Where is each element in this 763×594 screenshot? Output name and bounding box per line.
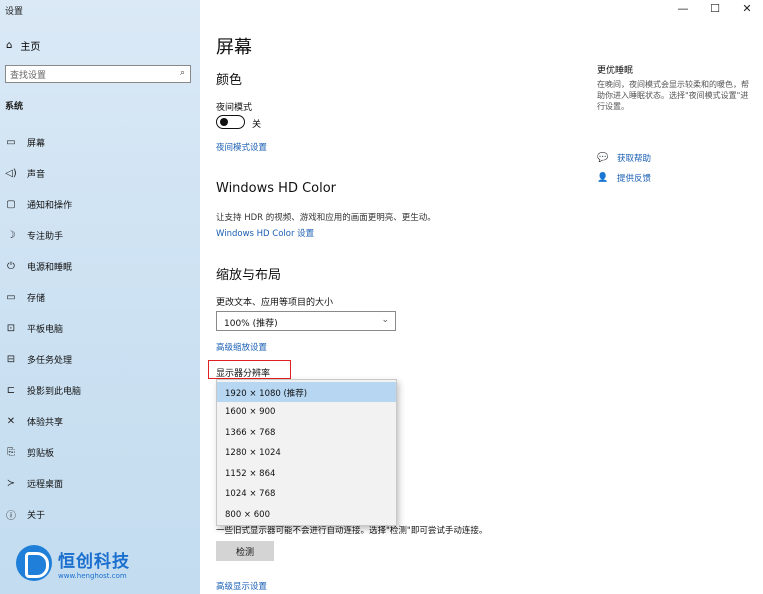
- sidebar-item-label: 存储: [27, 293, 46, 304]
- resolution-option[interactable]: 800 × 600: [217, 505, 396, 525]
- resolution-option[interactable]: 1920 × 1080 (推荐): [217, 382, 396, 402]
- resolution-option[interactable]: 1152 × 864: [217, 464, 396, 484]
- sidebar-item-label: 多任务处理: [27, 355, 73, 366]
- sleep-tip-title: 更优睡眠: [597, 66, 634, 76]
- color-heading: 颜色: [216, 73, 243, 88]
- sidebar-item-about[interactable]: ⓘ 关于: [5, 505, 195, 523]
- sidebar-item-label: 体验共享: [27, 417, 64, 428]
- notification-icon: ▢: [6, 198, 16, 210]
- sidebar-item-power[interactable]: ⏻ 电源和睡眠: [5, 257, 195, 275]
- sleep-tip-desc: 在晚间，夜间模式会显示较柔和的暖色，帮助你进入睡眠状态。选择"夜间模式设置"进行…: [597, 80, 749, 111]
- logo-url: www.henghost.com: [58, 571, 127, 580]
- sidebar-item-remote-desktop[interactable]: ≻ 远程桌面: [5, 474, 195, 492]
- logo-name: 恒创科技: [58, 551, 130, 572]
- sidebar-item-label: 剪贴板: [27, 448, 55, 459]
- sidebar-item-sound[interactable]: ◁) 声音: [5, 164, 195, 182]
- sidebar-item-label: 专注助手: [27, 231, 64, 242]
- clipboard-icon: ⎘: [7, 446, 15, 458]
- get-help-link[interactable]: 💬 获取帮助: [597, 152, 651, 164]
- night-mode-settings-link[interactable]: 夜间模式设置: [216, 141, 267, 153]
- help-chat-icon: 💬: [597, 153, 609, 163]
- sidebar-item-tablet[interactable]: ⊡ 平板电脑: [5, 319, 195, 337]
- resolution-option[interactable]: 1024 × 768: [217, 484, 396, 504]
- sidebar-item-label: 声音: [27, 169, 46, 180]
- sidebar-item-project[interactable]: ⊏ 投影到此电脑: [5, 381, 195, 399]
- moon-icon: ☽: [6, 229, 16, 241]
- resolution-dropdown[interactable]: 1920 × 1080 (推荐) 1600 × 900 1366 × 768 1…: [216, 379, 397, 526]
- sidebar-home-label: 主页: [20, 42, 41, 53]
- give-feedback-link[interactable]: 👤 提供反馈: [597, 172, 651, 184]
- hd-color-settings-link[interactable]: Windows HD Color 设置: [216, 227, 314, 239]
- maximize-button[interactable]: ☐: [699, 2, 731, 15]
- scale-label: 更改文本、应用等项目的大小: [216, 298, 334, 308]
- monitor-icon: ▭: [6, 136, 16, 148]
- advanced-display-link[interactable]: 高级显示设置: [216, 580, 267, 592]
- sidebar-item-label: 远程桌面: [27, 479, 64, 490]
- page-title: 屏幕: [216, 37, 252, 58]
- sidebar-item-label: 通知和操作: [27, 200, 73, 211]
- power-icon: ⏻: [7, 260, 15, 272]
- minimize-button[interactable]: —: [667, 2, 699, 15]
- resolution-option[interactable]: 1366 × 768: [217, 423, 396, 443]
- hd-color-heading: Windows HD Color: [216, 181, 337, 196]
- share-icon: ✕: [6, 415, 16, 427]
- sidebar-item-shared[interactable]: ✕ 体验共享: [5, 412, 195, 430]
- search-placeholder: 查找设置: [10, 71, 47, 81]
- tablet-icon: ⊡: [6, 322, 16, 334]
- home-icon: ⌂: [6, 40, 13, 51]
- search-input[interactable]: 查找设置 ⌕: [5, 65, 191, 83]
- resolution-option[interactable]: 1600 × 900: [217, 402, 396, 422]
- get-help-label: 获取帮助: [617, 154, 652, 164]
- sidebar-section-title: 系统: [5, 102, 24, 112]
- detect-button[interactable]: 检测: [216, 541, 274, 561]
- scale-select-value: 100% (推荐): [224, 319, 278, 329]
- sidebar-item-focus-assist[interactable]: ☽ 专注助手: [5, 226, 195, 244]
- hd-color-desc: 让支持 HDR 的视频、游戏和应用的画面更明亮、更生动。: [216, 213, 436, 223]
- advanced-scaling-link[interactable]: 高级缩放设置: [216, 341, 267, 353]
- night-mode-toggle[interactable]: [216, 115, 245, 129]
- scale-select[interactable]: 100% (推荐) ⌄: [216, 311, 396, 331]
- sidebar-item-storage[interactable]: ▭ 存储: [5, 288, 195, 306]
- toggle-knob: [220, 118, 228, 126]
- chevron-down-icon: ⌄: [381, 315, 389, 325]
- feedback-person-icon: 👤: [597, 173, 609, 183]
- sidebar-item-label: 屏幕: [27, 138, 46, 149]
- remote-icon: ≻: [6, 477, 16, 489]
- app-title: 设置: [5, 7, 24, 17]
- sidebar-item-label: 投影到此电脑: [27, 386, 82, 397]
- sidebar-item-multitasking[interactable]: ⊟ 多任务处理: [5, 350, 195, 368]
- sidebar-item-label: 平板电脑: [27, 324, 64, 335]
- speaker-icon: ◁): [5, 167, 17, 179]
- close-button[interactable]: ✕: [731, 2, 763, 15]
- night-mode-label: 夜间模式: [216, 103, 253, 113]
- sidebar-home[interactable]: ⌂ 主页: [6, 38, 40, 53]
- info-icon: ⓘ: [6, 510, 16, 522]
- logo-mark-icon: [16, 545, 52, 581]
- project-icon: ⊏: [6, 384, 16, 396]
- night-mode-state: 关: [252, 120, 262, 130]
- sidebar-item-notifications[interactable]: ▢ 通知和操作: [5, 195, 195, 213]
- resolution-highlight-box: [208, 360, 291, 379]
- sidebar-item-label: 电源和睡眠: [27, 262, 73, 273]
- sidebar: 设置 ⌂ 主页 查找设置 ⌕ 系统 ▭ 屏幕 ◁) 声音 ▢ 通知和操作 ☽ 专…: [0, 0, 200, 594]
- resolution-option[interactable]: 1280 × 1024: [217, 443, 396, 463]
- scale-heading: 缩放与布局: [216, 268, 282, 283]
- search-icon: ⌕: [179, 68, 185, 78]
- multitask-icon: ⊟: [6, 353, 16, 365]
- sidebar-item-clipboard[interactable]: ⎘ 剪贴板: [5, 443, 195, 461]
- sidebar-item-label: 关于: [27, 510, 46, 521]
- give-feedback-label: 提供反馈: [617, 174, 652, 184]
- storage-icon: ▭: [6, 291, 16, 303]
- window-controls: — ☐ ✕: [667, 2, 763, 15]
- sidebar-item-display[interactable]: ▭ 屏幕: [5, 133, 195, 151]
- watermark-logo: 恒创科技 www.henghost.com: [16, 545, 130, 581]
